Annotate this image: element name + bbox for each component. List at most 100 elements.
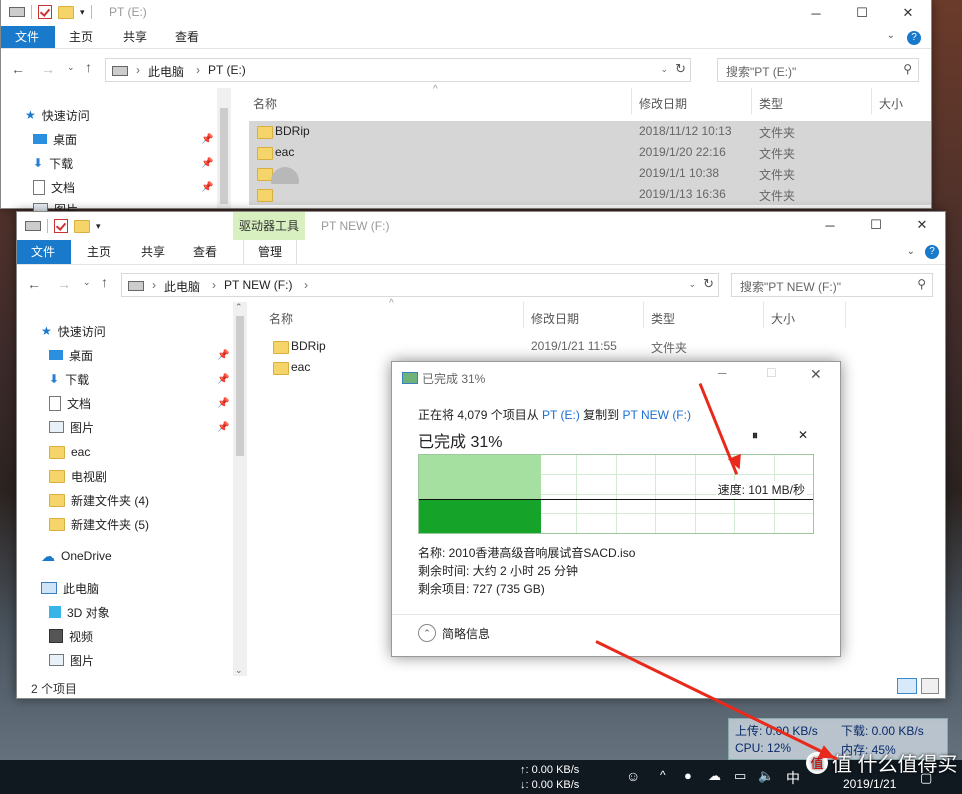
tab-home[interactable]: 主页	[73, 240, 125, 264]
cloud-icon[interactable]: ☁	[708, 768, 721, 784]
tab-home[interactable]: 主页	[55, 26, 107, 48]
column-size[interactable]: 大小	[771, 310, 795, 327]
tab-view[interactable]: 查看	[161, 26, 213, 48]
pin-icon[interactable]: 📌	[201, 182, 213, 193]
tab-file[interactable]: 文件	[1, 26, 55, 48]
pin-icon[interactable]: 📌	[217, 350, 229, 361]
chevron-down-icon[interactable]: ⌄	[688, 279, 696, 290]
scroll-thumb[interactable]	[220, 108, 228, 204]
sidebar-item-new-folder-5[interactable]: 新建文件夹 (5)	[49, 513, 149, 535]
column-date[interactable]: 修改日期	[639, 95, 687, 112]
sidebar-item-pictures[interactable]: 图片	[49, 416, 94, 438]
scroll-down-icon[interactable]: ⌄	[235, 665, 243, 676]
address-bar[interactable]: › 此电脑 › PT NEW (F:) › ⌄ ↻	[121, 273, 719, 297]
sidebar-item-desktop[interactable]: 桌面	[49, 344, 93, 366]
tab-view[interactable]: 查看	[179, 240, 231, 264]
properties-icon[interactable]	[38, 5, 52, 19]
column-type[interactable]: 类型	[651, 310, 675, 327]
taskbar-date[interactable]: 2019/1/21	[843, 777, 896, 791]
close-button[interactable]: ✕	[899, 212, 945, 238]
volume-icon[interactable]: 🔈	[758, 768, 774, 784]
sidebar-item-downloads[interactable]: ⬇ 下载	[33, 152, 73, 174]
pause-button[interactable]: ⏸	[752, 428, 758, 443]
back-arrow-icon[interactable]: ←	[27, 276, 41, 292]
pin-icon[interactable]: 📌	[201, 158, 213, 169]
column-type[interactable]: 类型	[759, 95, 783, 112]
fewer-details-toggle[interactable]: ⌃ 简略信息	[418, 624, 490, 642]
destination-link[interactable]: PT NEW (F:)	[623, 408, 691, 422]
sidebar-item-new-folder-4[interactable]: 新建文件夹 (4)	[49, 489, 149, 511]
breadcrumb-this-pc[interactable]: 此电脑	[164, 278, 200, 295]
address-bar[interactable]: › 此电脑 › PT (E:) ⌄ ↻	[105, 58, 691, 82]
table-row[interactable]: 2019/1/13 16:36 文件夹	[249, 184, 931, 205]
search-input[interactable]: 搜索"PT NEW (F:)" ⚲	[731, 273, 933, 297]
tab-share[interactable]: 共享	[127, 240, 179, 264]
sidebar-item-video[interactable]: 视频	[49, 625, 93, 647]
help-icon[interactable]: ?	[925, 245, 939, 259]
back-arrow-icon[interactable]: ←	[11, 61, 25, 77]
chevron-down-icon[interactable]: ⌄	[660, 64, 668, 75]
new-folder-icon[interactable]	[58, 5, 74, 19]
forward-arrow-icon[interactable]: →	[41, 61, 55, 77]
pin-icon[interactable]: 📌	[217, 398, 229, 409]
tab-file[interactable]: 文件	[17, 240, 71, 264]
refresh-icon[interactable]: ↻	[675, 61, 686, 77]
sidebar-this-pc[interactable]: 此电脑	[41, 577, 99, 599]
close-button[interactable]: ✕	[885, 0, 931, 26]
sidebar-item-downloads[interactable]: ⬇ 下载	[49, 368, 89, 390]
scroll-up-icon[interactable]: ⌃	[235, 302, 243, 313]
minimize-button[interactable]: ─	[718, 366, 727, 380]
details-view-icon[interactable]	[897, 678, 917, 694]
breadcrumb-drive[interactable]: PT NEW (F:)	[224, 278, 292, 292]
up-arrow-icon[interactable]: ↑	[101, 274, 108, 290]
chevron-down-icon[interactable]: ▾	[80, 7, 85, 18]
cancel-button[interactable]: ✕	[798, 428, 808, 442]
breadcrumb-drive[interactable]: PT (E:)	[208, 63, 246, 77]
forward-arrow-icon[interactable]: →	[57, 276, 71, 292]
sidebar-scrollbar[interactable]: ⌃ ⌄	[233, 302, 247, 676]
qq-icon[interactable]: ●	[684, 768, 692, 783]
scroll-thumb[interactable]	[236, 316, 244, 456]
minimize-button[interactable]: ─	[793, 0, 839, 26]
explorer-window-pt-e[interactable]: ▾ PT (E:) ─ ☐ ✕ 文件 主页 共享 查看 ⌄ ? ← → ⌄ ↑ …	[0, 0, 932, 217]
ime-indicator[interactable]: 中	[786, 768, 800, 788]
people-icon[interactable]: ☺	[626, 768, 640, 784]
copy-progress-dialog[interactable]: 已完成 31% ─ ☐ ✕ 正在将 4,079 个项目从 PT (E:) 复制到…	[391, 361, 841, 657]
source-link[interactable]: PT (E:)	[542, 408, 580, 422]
new-folder-icon[interactable]	[74, 219, 90, 233]
chevron-down-icon[interactable]: ⌄	[907, 246, 915, 257]
table-row[interactable]: eac 2019/1/20 22:16 文件夹	[249, 142, 931, 163]
sidebar-item-documents[interactable]: 文档	[33, 176, 75, 198]
sidebar-item-desktop[interactable]: 桌面	[33, 128, 77, 150]
large-icons-view-icon[interactable]	[921, 678, 939, 694]
sidebar-item-pictures-pc[interactable]: 图片	[49, 649, 94, 671]
sidebar-item-eac[interactable]: eac	[49, 441, 90, 463]
table-row[interactable]: BDRip 2019/1/21 11:55 文件夹	[265, 336, 925, 357]
maximize-button[interactable]: ☐	[853, 212, 899, 238]
column-size[interactable]: 大小	[879, 95, 903, 112]
breadcrumb-this-pc[interactable]: 此电脑	[148, 63, 184, 80]
sidebar-item-tv[interactable]: 电视剧	[49, 465, 107, 487]
help-icon[interactable]: ?	[907, 31, 921, 45]
column-name[interactable]: 名称	[269, 310, 293, 327]
tab-share[interactable]: 共享	[109, 26, 161, 48]
properties-icon[interactable]	[54, 219, 68, 233]
table-row[interactable]: BDRip 2018/11/12 10:13 文件夹	[249, 121, 931, 142]
minimize-button[interactable]: ─	[807, 212, 853, 238]
pin-icon[interactable]: 📌	[201, 134, 213, 145]
search-input[interactable]: 搜索"PT (E:)" ⚲	[717, 58, 919, 82]
chevron-up-icon[interactable]: ^	[660, 768, 666, 782]
tab-manage[interactable]: 管理	[243, 240, 298, 264]
pin-icon[interactable]: 📌	[217, 422, 229, 433]
sidebar-onedrive[interactable]: ☁ OneDrive	[41, 545, 112, 567]
close-button[interactable]: ✕	[810, 366, 822, 383]
sidebar-quick-access[interactable]: ★ 快速访问	[41, 320, 106, 342]
recent-chevron-icon[interactable]: ⌄	[83, 277, 91, 288]
up-arrow-icon[interactable]: ↑	[85, 59, 92, 75]
recent-chevron-icon[interactable]: ⌄	[67, 62, 75, 73]
sidebar-quick-access[interactable]: ★ 快速访问	[25, 104, 90, 126]
sidebar-item-3d[interactable]: 3D 对象	[49, 601, 110, 623]
maximize-button[interactable]: ☐	[839, 0, 885, 26]
sidebar-scrollbar[interactable]	[217, 88, 231, 208]
pin-icon[interactable]: 📌	[217, 374, 229, 385]
